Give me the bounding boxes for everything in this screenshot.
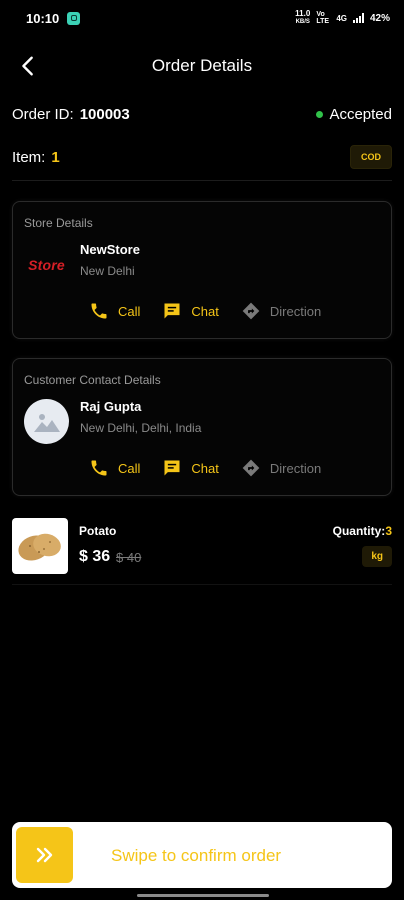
signal-icon: [352, 13, 364, 23]
product-list-item[interactable]: Potato $ 36 $ 40 Quantity:3 kg: [12, 518, 392, 576]
home-indicator[interactable]: [137, 894, 269, 897]
customer-chat-label: Chat: [191, 460, 219, 476]
status-time: 10:10: [26, 10, 60, 26]
swipe-knob[interactable]: [16, 827, 73, 883]
phone-icon: [89, 301, 109, 321]
customer-name: Raj Gupta: [80, 399, 142, 414]
network-type: 4G: [336, 13, 347, 23]
status-indicators: 11.0 KB/S Vo LTE 4G 42%: [295, 10, 390, 26]
store-chat-label: Chat: [191, 303, 219, 319]
store-name: NewStore: [80, 242, 140, 257]
order-status: Accepted: [316, 106, 392, 123]
product-name: Potato: [79, 524, 117, 538]
direction-icon: [241, 458, 261, 478]
chat-icon: [162, 458, 182, 478]
store-direction-button[interactable]: Direction: [241, 301, 321, 321]
item-count: 1: [51, 148, 60, 166]
order-summary: Order ID: 100003 Accepted: [12, 100, 392, 128]
item-summary: Item: 1 COD: [12, 144, 392, 170]
quantity: Quantity:3: [333, 524, 392, 538]
volte-indicator: Vo LTE: [316, 11, 330, 25]
store-call-label: Call: [118, 303, 141, 319]
order-id-label: Order ID:: [12, 105, 74, 123]
direction-icon: [241, 301, 261, 321]
customer-actions: Call Chat Direction: [89, 458, 343, 478]
app-header: Order Details: [0, 44, 404, 88]
customer-call-label: Call: [118, 460, 141, 476]
customer-direction-label: Direction: [269, 460, 322, 476]
chat-icon: [162, 301, 182, 321]
page-title: Order Details: [151, 56, 253, 75]
quantity-value: 3: [385, 524, 392, 538]
customer-chat-button[interactable]: Chat: [162, 458, 219, 478]
customer-direction-button[interactable]: Direction: [241, 458, 321, 478]
quantity-label: Quantity:: [332, 524, 386, 538]
image-placeholder-icon: [24, 399, 69, 444]
double-chevron-right-icon: [36, 847, 52, 863]
customer-avatar: [24, 399, 69, 444]
chevron-left-icon: [22, 56, 33, 76]
swipe-label: Swipe to confirm order: [111, 846, 282, 865]
store-details-card: Store Details Store NewStore New Delhi C…: [12, 201, 392, 339]
store-address: New Delhi: [80, 264, 135, 278]
battery-level: 42%: [369, 12, 390, 24]
product-original-price: $ 40: [116, 550, 142, 565]
customer-call-button[interactable]: Call: [89, 458, 140, 478]
store-section-title: Store Details: [24, 216, 93, 230]
swipe-confirm-slider[interactable]: Swipe to confirm order: [12, 822, 392, 888]
customer-section-title: Customer Contact Details: [24, 373, 161, 387]
product-price: $ 36: [79, 548, 111, 565]
payment-badge: COD: [350, 145, 392, 169]
store-actions: Call Chat Direction: [89, 301, 343, 321]
product-image: [12, 518, 68, 574]
order-id-value: 100003: [79, 105, 130, 123]
app-notification-icon: [67, 11, 81, 25]
item-label: Item:: [12, 148, 46, 166]
order-status-text: Accepted: [329, 105, 392, 123]
customer-address: New Delhi, Delhi, India: [80, 421, 202, 435]
status-dot-icon: [316, 110, 324, 118]
back-button[interactable]: [10, 48, 46, 84]
store-direction-label: Direction: [269, 303, 322, 319]
network-speed: 11.0 KB/S: [295, 9, 311, 26]
phone-icon: [89, 458, 109, 478]
store-logo: Store: [28, 256, 65, 273]
store-call-button[interactable]: Call: [89, 301, 140, 321]
customer-details-card: Customer Contact Details Raj Gupta New D…: [12, 358, 392, 496]
status-bar: 10:10 11.0 KB/S Vo LTE 4G 42%: [0, 0, 404, 36]
store-chat-button[interactable]: Chat: [162, 301, 219, 321]
divider: [12, 180, 392, 181]
divider: [12, 584, 392, 585]
unit-badge: kg: [362, 546, 392, 567]
